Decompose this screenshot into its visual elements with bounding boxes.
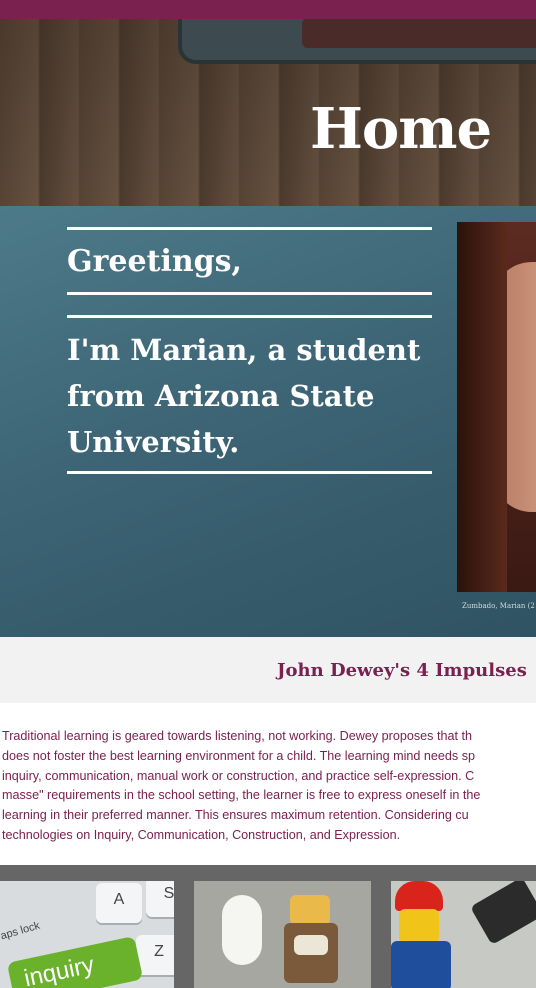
inquiry-key: inquiry — [6, 935, 144, 988]
lego-owl-letter-image[interactable] — [194, 881, 371, 988]
page-title: Home — [310, 96, 492, 162]
image-gallery: A Z S aps lock inquiry — [0, 865, 536, 988]
keyboard-key: S — [146, 881, 174, 917]
keyboard-key-letter: A — [113, 891, 125, 908]
paragraph-line: learning in their preferred manner. This… — [2, 808, 469, 823]
minifig-torso — [391, 941, 451, 988]
keyboard-key: A — [96, 883, 142, 923]
bio-text: I'm Marian, a student from Arizona State… — [67, 333, 421, 459]
lego-construction-image[interactable] — [391, 881, 536, 988]
section-heading-band: John Dewey's 4 Impulses — [0, 637, 536, 703]
dewey-text-section: Traditional learning is geared towards l… — [0, 703, 536, 865]
keyboard-key-letter: S — [163, 885, 174, 902]
minifig-face — [399, 909, 439, 943]
divider-line — [67, 292, 432, 295]
hard-hat — [395, 881, 443, 911]
minifig-head — [290, 895, 330, 925]
inquiry-key-label: inquiry — [21, 951, 97, 988]
paragraph-line: masse" requirements in the school settin… — [2, 788, 481, 803]
hero-device-image — [178, 19, 536, 64]
owl-figure — [222, 895, 262, 965]
paragraph-line: Traditional learning is geared towards l… — [2, 729, 472, 743]
keyboard-key-letter: Z — [154, 943, 164, 960]
photo-hair — [457, 222, 507, 592]
excavator-arm — [470, 881, 536, 946]
paragraph-line: technologies on Inquiry, Communication, … — [2, 827, 401, 842]
device-screen — [302, 19, 536, 48]
hero-banner: Home — [0, 19, 536, 206]
photo-credit: Zumbado, Marian (2 — [462, 602, 535, 610]
letter-envelope — [294, 935, 328, 955]
inquiry-keyboard-image[interactable]: A Z S aps lock inquiry — [0, 881, 174, 988]
dewey-paragraph: Traditional learning is geared towards l… — [2, 727, 536, 846]
greeting-text: Greetings, — [67, 244, 242, 279]
divider-line — [67, 315, 432, 318]
paragraph-line: does not foster the best learning enviro… — [2, 748, 476, 763]
keyboard-key: Z — [136, 935, 174, 975]
paragraph-line: inquiry, communication, manual work or c… — [2, 768, 475, 783]
caps-lock-label: aps lock — [0, 919, 42, 943]
intro-section: Greetings, I'm Marian, a student from Ar… — [0, 206, 536, 637]
section-title: John Dewey's 4 Impulses — [277, 660, 527, 681]
divider-line — [67, 227, 432, 230]
top-bar — [0, 0, 536, 19]
profile-photo — [457, 222, 536, 592]
divider-line — [67, 471, 432, 474]
